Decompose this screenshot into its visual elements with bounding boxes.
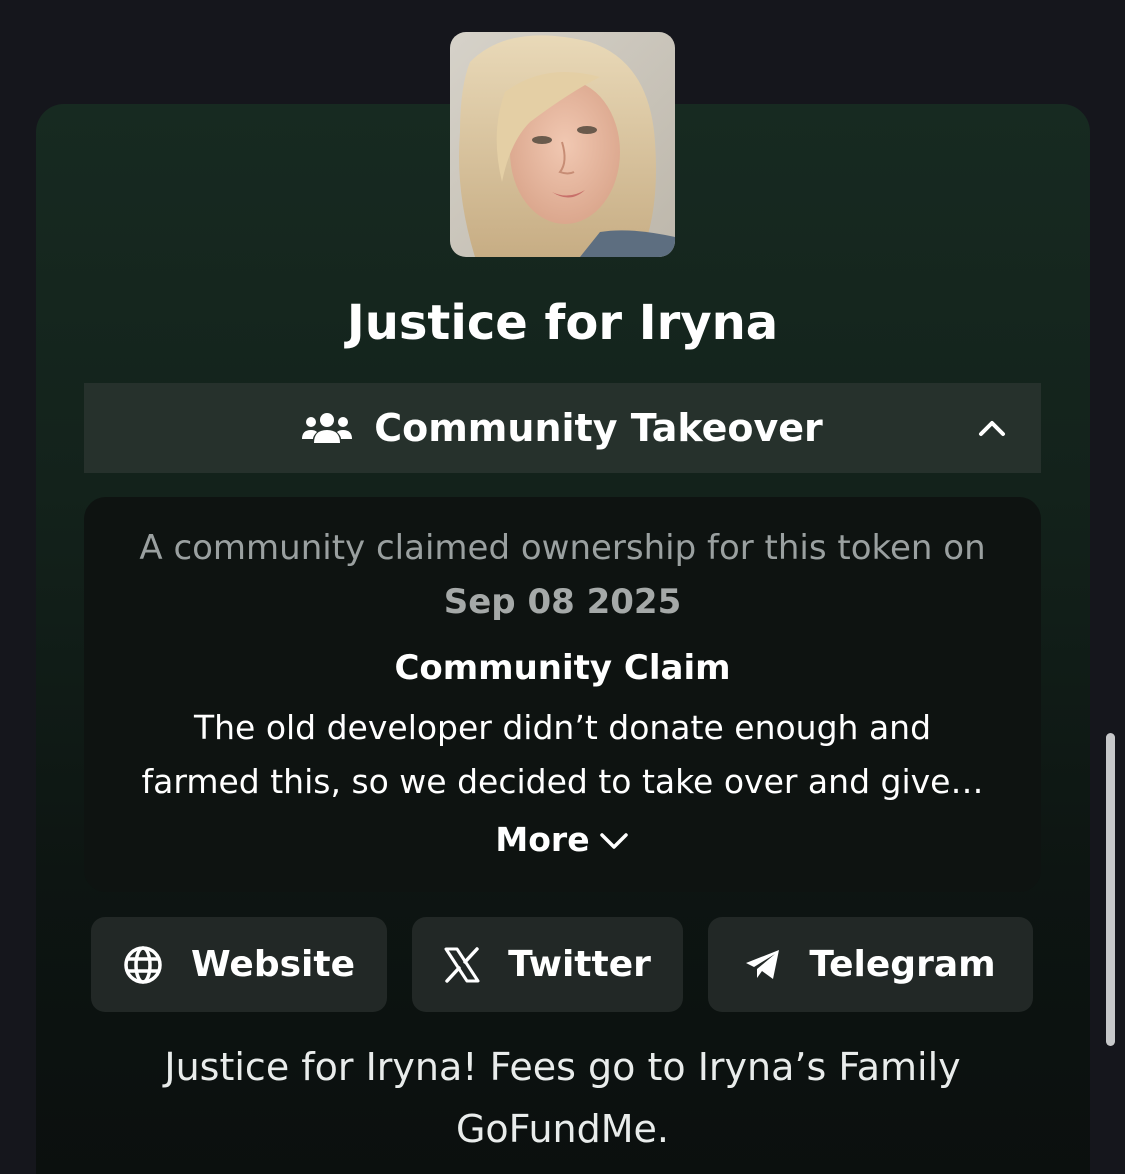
chevron-up-icon[interactable] [977, 413, 1007, 443]
claim-intro-text: A community claimed ownership for this t… [139, 528, 986, 568]
token-description: Justice for Iryna! Fees go to Iryna’s Fa… [164, 1045, 961, 1151]
globe-icon [124, 945, 162, 984]
telegram-icon [746, 949, 780, 979]
website-label: Website [190, 944, 355, 985]
claim-text-line: The old developer didn’t donate enough a… [193, 708, 932, 747]
twitter-label: Twitter [508, 944, 651, 985]
telegram-button[interactable]: Telegram [708, 917, 1033, 1012]
claim-text-line: farmed this, so we decided to take over … [141, 762, 984, 801]
scrollbar-thumb[interactable] [1106, 733, 1115, 1046]
community-claim-text: The old developer didn’t donate enough a… [108, 701, 1017, 809]
more-label: More [495, 820, 590, 859]
token-info-page: Justice for Iryna Community Takeover A c… [0, 0, 1125, 1174]
x-logo-icon [444, 946, 480, 983]
website-button[interactable]: Website [91, 917, 387, 1012]
avatar-portrait-image [450, 32, 675, 257]
token-avatar [450, 32, 675, 257]
community-takeover-toggle[interactable]: Community Takeover [84, 383, 1041, 473]
community-claim-heading: Community Claim [394, 648, 731, 688]
chevron-down-icon [599, 833, 628, 849]
claim-date: Sep 08 2025 [443, 582, 682, 622]
twitter-button[interactable]: Twitter [412, 917, 683, 1012]
people-icon [302, 413, 353, 443]
more-button[interactable]: More [0, 814, 1125, 866]
community-takeover-label: Community Takeover [374, 406, 823, 450]
telegram-label: Telegram [809, 944, 996, 985]
token-title: Justice for Iryna [346, 295, 779, 351]
